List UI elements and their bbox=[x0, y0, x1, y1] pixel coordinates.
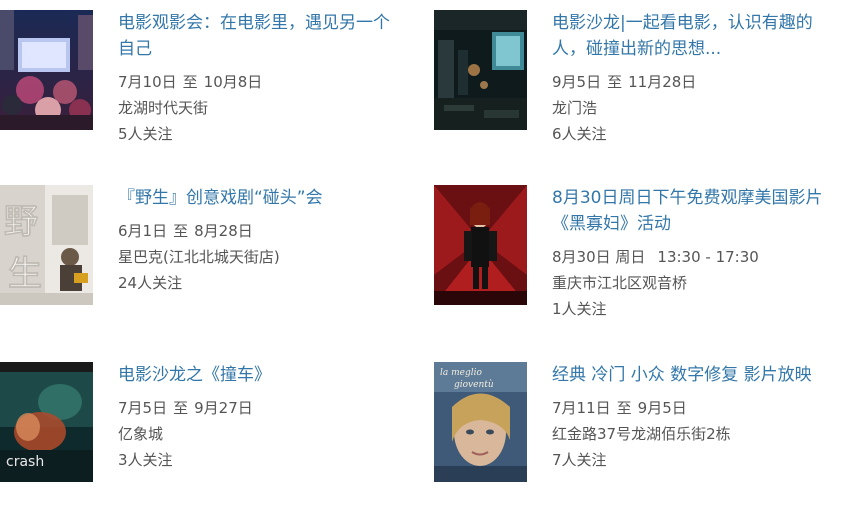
event-thumbnail-wild-poster[interactable]: 野 生 bbox=[0, 185, 93, 305]
event-location: 龙门浩 bbox=[552, 99, 598, 117]
event-item: 野 生 『野生』创意戏剧“碰头”会 6月1日至 8月28日 星巴克(江北北城天街店… bbox=[0, 185, 400, 315]
event-followers: 24人关注 bbox=[118, 274, 183, 292]
event-date-separator: 至 bbox=[173, 399, 189, 417]
event-item: la meglio gioventù 经典 冷门 小众 数字修复 影片放映 7月… bbox=[434, 362, 834, 492]
event-title-link[interactable]: 经典 冷门 小众 数字修复 影片放映 bbox=[552, 362, 827, 388]
event-date-separator: 至 bbox=[616, 399, 632, 417]
event-dates: 6月1日至 8月28日 bbox=[118, 218, 393, 244]
outdoor-screening-image bbox=[0, 10, 93, 130]
event-thumbnail-la-meglio-gioventu[interactable]: la meglio gioventù bbox=[434, 362, 527, 482]
event-item: 电影观影会：在电影里，遇见另一个自己 7月10日至 10月8日 龙湖时代天街 5人… bbox=[0, 10, 400, 143]
event-location: 重庆市江北区观音桥 bbox=[552, 274, 688, 292]
event-item: crash 电影沙龙之《撞车》 7月5日至 9月27日 亿象城 3人关注 bbox=[0, 362, 400, 492]
wild-calligraphy-glyph: 野 bbox=[4, 202, 38, 242]
event-info: 电影观影会：在电影里，遇见另一个自己 7月10日至 10月8日 龙湖时代天街 5人… bbox=[118, 10, 393, 147]
event-info: 8月30日周日下午免费观摩美国影片《黑寡妇》活动 8月30日 周日 13:30 -… bbox=[552, 185, 827, 322]
event-followers: 5人关注 bbox=[118, 125, 173, 143]
event-item: 电影沙龙|一起看电影，认识有趣的人，碰撞出新的思想... 9月5日至 11月28日… bbox=[434, 10, 834, 143]
event-date-end: 10月8日 bbox=[203, 73, 263, 91]
dark-cinema-room-image bbox=[434, 10, 527, 130]
event-dates: 7月11日至 9月5日 bbox=[552, 395, 827, 421]
event-title-link[interactable]: 『野生』创意戏剧“碰头”会 bbox=[118, 185, 393, 211]
event-date-end: 9月5日 bbox=[637, 399, 687, 417]
event-date-start: 6月1日 bbox=[118, 222, 168, 240]
event-date-start: 7月11日 bbox=[552, 399, 611, 417]
event-info: 电影沙龙之《撞车》 7月5日至 9月27日 亿象城 3人关注 bbox=[118, 362, 393, 473]
event-dates: 8月30日 周日 13:30 - 17:30 bbox=[552, 244, 827, 270]
event-location: 星巴克(江北北城天街店) bbox=[118, 248, 280, 266]
event-dates: 9月5日至 11月28日 bbox=[552, 69, 827, 95]
event-date-separator: 至 bbox=[173, 222, 189, 240]
event-date-start: 9月5日 bbox=[552, 73, 602, 91]
event-thumbnail-crash[interactable]: crash bbox=[0, 362, 93, 482]
event-item: 8月30日周日下午免费观摩美国影片《黑寡妇》活动 8月30日 周日 13:30 -… bbox=[434, 185, 834, 318]
crash-poster-title: crash bbox=[6, 454, 44, 470]
event-title-link[interactable]: 电影沙龙|一起看电影，认识有趣的人，碰撞出新的思想... bbox=[552, 10, 827, 62]
event-info: 电影沙龙|一起看电影，认识有趣的人，碰撞出新的思想... 9月5日至 11月28日… bbox=[552, 10, 827, 147]
event-thumbnail-black-widow[interactable] bbox=[434, 185, 527, 305]
wild-calligraphy-glyph: 生 bbox=[8, 254, 42, 294]
crash-movie-poster-image: crash bbox=[0, 362, 93, 482]
event-date-end: 11月28日 bbox=[628, 73, 697, 91]
event-thumbnail-cinema-room[interactable] bbox=[434, 10, 527, 130]
event-followers: 1人关注 bbox=[552, 300, 607, 318]
poster-script-title: la meglio bbox=[440, 368, 482, 378]
event-title-link[interactable]: 电影沙龙之《撞车》 bbox=[118, 362, 393, 388]
event-date-start: 7月10日 bbox=[118, 73, 177, 91]
event-date-start: 8月30日 周日 bbox=[552, 248, 646, 266]
event-title-link[interactable]: 电影观影会：在电影里，遇见另一个自己 bbox=[118, 10, 393, 62]
poster-script-title: gioventù bbox=[454, 379, 494, 390]
event-date-end: 9月27日 bbox=[194, 399, 253, 417]
event-location: 红金路37号龙湖佰乐街2栋 bbox=[552, 425, 731, 443]
event-date-separator: 至 bbox=[182, 73, 198, 91]
event-location: 龙湖时代天街 bbox=[118, 99, 209, 117]
event-dates: 7月10日至 10月8日 bbox=[118, 69, 393, 95]
event-grid: 电影观影会：在电影里，遇见另一个自己 7月10日至 10月8日 龙湖时代天街 5人… bbox=[0, 0, 846, 505]
event-date-start: 7月5日 bbox=[118, 399, 168, 417]
event-info: 『野生』创意戏剧“碰头”会 6月1日至 8月28日 星巴克(江北北城天街店) 24… bbox=[118, 185, 393, 296]
event-date-end: 8月28日 bbox=[194, 222, 253, 240]
event-info: 经典 冷门 小众 数字修复 影片放映 7月11日至 9月5日 红金路37号龙湖佰乐… bbox=[552, 362, 827, 473]
event-location: 亿象城 bbox=[118, 425, 164, 443]
wild-calligraphy-poster-image: 野 生 bbox=[0, 185, 93, 305]
event-date-separator: 至 bbox=[607, 73, 623, 91]
event-title-link[interactable]: 8月30日周日下午免费观摩美国影片《黑寡妇》活动 bbox=[552, 185, 827, 237]
event-followers: 6人关注 bbox=[552, 125, 607, 143]
black-widow-poster-image bbox=[434, 185, 527, 305]
event-followers: 3人关注 bbox=[118, 451, 173, 469]
la-meglio-gioventu-poster-image: la meglio gioventù bbox=[434, 362, 527, 482]
event-followers: 7人关注 bbox=[552, 451, 607, 469]
event-date-end: 13:30 - 17:30 bbox=[657, 248, 759, 266]
event-thumbnail-outdoor-screening[interactable] bbox=[0, 10, 93, 130]
event-dates: 7月5日至 9月27日 bbox=[118, 395, 393, 421]
